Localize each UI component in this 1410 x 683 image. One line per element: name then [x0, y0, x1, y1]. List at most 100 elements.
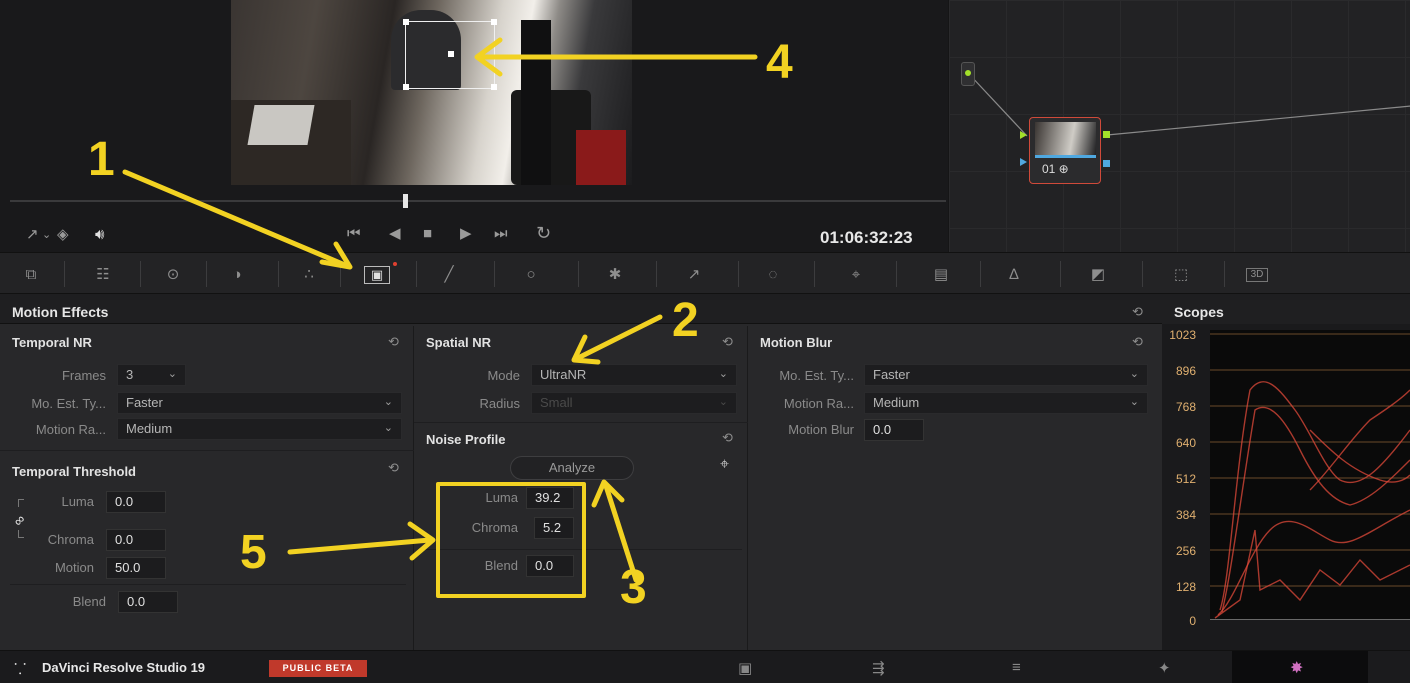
panel-reset-icon[interactable]: ⟲: [1132, 304, 1143, 320]
davinci-logo-icon: ⸪: [14, 661, 27, 678]
node-source-input[interactable]: [961, 62, 975, 86]
tt-chroma-field[interactable]: 0.0: [106, 529, 166, 551]
node-label: 01 ⊕: [1042, 162, 1069, 176]
primaries-icon[interactable]: ⊙: [162, 265, 184, 285]
picker-icon[interactable]: ↗: [26, 227, 39, 243]
chevron-down-icon[interactable]: ⌄: [42, 227, 51, 243]
spatial-nr-column: Spatial NR ⟲ Mode UltraNR ⌄ Radius Small ⌄…: [414, 326, 748, 650]
motion-blur-reset-icon[interactable]: ⟲: [1132, 334, 1143, 350]
np-chroma-field[interactable]: 5.2: [534, 517, 574, 539]
window-icon[interactable]: ◌: [762, 265, 784, 285]
curves-icon[interactable]: ╱: [438, 265, 460, 285]
scope-tick: 0: [1189, 614, 1196, 628]
radius-dropdown[interactable]: Small ⌄: [531, 392, 737, 414]
scope-tick: 384: [1175, 508, 1196, 522]
loop-icon[interactable]: ↻: [536, 224, 551, 242]
scopes-header: Scopes: [1162, 300, 1410, 324]
node-key-output-port[interactable]: [1103, 160, 1110, 167]
qualifier-icon[interactable]: ✱: [604, 265, 626, 285]
scope-tick: 896: [1175, 364, 1196, 378]
corrector-node-01[interactable]: 01 ⊕: [1020, 117, 1110, 184]
node-rgb-input-port[interactable]: [1020, 131, 1027, 139]
key-icon[interactable]: ◩: [1087, 265, 1109, 285]
app-name: DaVinci Resolve Studio 19: [42, 660, 206, 675]
playhead-handle[interactable]: [403, 194, 408, 208]
mo-est-type-dropdown[interactable]: Faster ⌄: [117, 392, 402, 414]
play-icon[interactable]: ▶︎: [460, 226, 472, 242]
temporal-threshold-reset-icon[interactable]: ⟲: [388, 460, 399, 476]
timeline-scrubber[interactable]: [10, 200, 946, 202]
stop-icon[interactable]: ■: [423, 226, 432, 242]
3d-icon[interactable]: 3D: [1246, 268, 1268, 282]
picker-tool-icon[interactable]: ↗: [683, 265, 705, 285]
tracker-window-box[interactable]: [403, 19, 497, 90]
mb-motion-range-dropdown[interactable]: Medium ⌄: [864, 392, 1148, 414]
magic-mask-icon[interactable]: ▤: [930, 265, 952, 285]
edit-page-icon[interactable]: ≡: [1012, 659, 1021, 676]
cut-page-icon[interactable]: ⇶: [872, 659, 885, 677]
mb-blur-field[interactable]: 0.0: [864, 419, 924, 441]
tt-luma-label: Luma: [61, 494, 94, 509]
frames-dropdown[interactable]: 3 ⌄: [117, 364, 186, 386]
go-to-end-icon[interactable]: ⏭︎: [494, 226, 508, 242]
node-connections: [968, 73, 1410, 137]
media-page-icon[interactable]: ▣: [738, 659, 752, 677]
scope-tick: 768: [1175, 400, 1196, 414]
link-icon[interactable]: ∞: [10, 511, 28, 529]
rgb-mixer-icon[interactable]: ∴: [298, 265, 320, 285]
speaker-icon[interactable]: 🔊︎: [95, 227, 104, 243]
temporal-threshold-title: Temporal Threshold: [12, 464, 136, 479]
chevron-down-icon: ⌄: [1129, 368, 1139, 380]
mb-blur-label: Motion Blur: [788, 422, 854, 437]
np-luma-field[interactable]: 39.2: [526, 487, 574, 509]
temporal-nr-reset-icon[interactable]: ⟲: [388, 334, 399, 350]
scopes-panel: Scopes 1023 896 768 640 512 384 256 128 …: [1162, 300, 1410, 650]
mode-dropdown[interactable]: UltraNR ⌄: [531, 364, 737, 386]
waveform-scope[interactable]: [1210, 330, 1410, 621]
panel-header: Motion Effects ⟲: [0, 300, 1162, 324]
video-object-stand: [521, 20, 551, 185]
crosshair-icon[interactable]: ⌖: [720, 456, 729, 474]
tt-luma-field[interactable]: 0.0: [106, 491, 166, 513]
np-blend-field[interactable]: 0.0: [526, 555, 574, 577]
tt-blend-label: Blend: [72, 594, 106, 609]
node-rgb-output-port[interactable]: [1103, 131, 1110, 138]
color-page-icon: ✸: [1290, 660, 1304, 677]
spatial-nr-reset-icon[interactable]: ⟲: [722, 334, 733, 350]
blur-icon[interactable]: ∆: [1003, 265, 1025, 285]
active-indicator-dot: [393, 262, 397, 266]
tt-blend-field[interactable]: 0.0: [118, 591, 178, 613]
color-match-icon[interactable]: ☷: [92, 265, 114, 285]
mb-mo-est-dropdown[interactable]: Faster ⌄: [864, 364, 1148, 386]
mode-value: UltraNR: [540, 367, 587, 382]
mode-label: Mode: [487, 368, 520, 383]
temporal-nr-title: Temporal NR: [12, 335, 92, 350]
sizing-icon[interactable]: ⬚: [1170, 265, 1192, 285]
noise-profile-reset-icon[interactable]: ⟲: [722, 430, 733, 446]
radius-label: Radius: [479, 396, 520, 411]
np-luma-label: Luma: [485, 490, 518, 505]
np-chroma-label: Chroma: [471, 520, 518, 535]
mb-mo-est-label: Mo. Est. Ty...: [779, 368, 854, 383]
go-to-start-icon[interactable]: ⏮︎: [347, 226, 361, 242]
spatial-nr-title: Spatial NR: [426, 335, 492, 350]
mb-motion-range-value: Medium: [873, 395, 920, 410]
tt-motion-field[interactable]: 50.0: [106, 557, 166, 579]
color-page-tab[interactable]: ✸: [1232, 651, 1368, 683]
motion-range-dropdown[interactable]: Medium ⌄: [117, 418, 402, 440]
status-bar: ⸪ DaVinci Resolve Studio 19 PUBLIC BETA …: [0, 650, 1410, 683]
layers-icon[interactable]: ◈: [57, 227, 69, 243]
motion-effects-icon[interactable]: ▣: [364, 266, 390, 284]
node-graph[interactable]: 01 ⊕: [948, 0, 1410, 252]
frames-value: 3: [126, 367, 134, 382]
analyze-button[interactable]: Analyze: [510, 456, 634, 480]
node-key-input-port[interactable]: [1020, 158, 1027, 166]
scope-tick: 128: [1175, 580, 1196, 594]
hdr-icon[interactable]: ◑: [226, 265, 248, 285]
camera-raw-icon[interactable]: ⧉: [20, 265, 42, 285]
tracker-icon[interactable]: ⌖: [845, 265, 867, 285]
fusion-page-icon[interactable]: ✦: [1158, 659, 1171, 677]
color-warper-icon[interactable]: ○: [520, 265, 542, 285]
step-back-icon[interactable]: ◀︎: [389, 226, 401, 242]
radius-value: Small: [540, 395, 573, 410]
